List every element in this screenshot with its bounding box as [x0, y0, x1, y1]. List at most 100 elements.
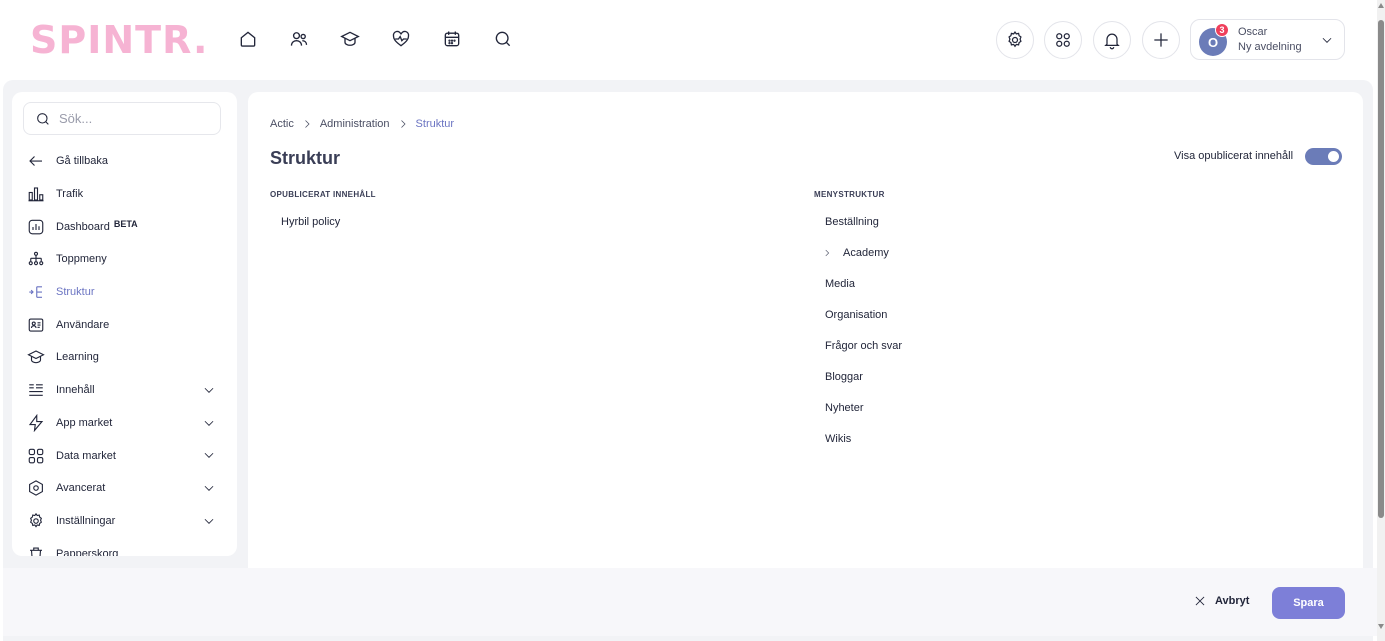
apps-button[interactable] — [1044, 21, 1082, 59]
sidebar-item-label: Data market — [56, 449, 116, 462]
graduation-cap-icon — [27, 348, 45, 366]
sidebar-item-avancerat[interactable]: Avancerat — [12, 472, 237, 505]
chevron-down-icon[interactable] — [202, 383, 216, 402]
admin-sidebar: Gå tillbaka Trafik DashboardBETA Toppmen… — [12, 92, 237, 556]
user-name: Oscar — [1238, 26, 1268, 38]
structure-icon — [27, 283, 45, 301]
content-list-icon — [27, 381, 45, 399]
sidebar-item-label: App market — [56, 416, 113, 429]
beta-badge: BETA — [113, 218, 138, 229]
tree-item-bestallning[interactable]: Beställning — [814, 207, 902, 238]
create-button[interactable] — [1142, 21, 1180, 59]
dashboard-icon — [27, 218, 45, 236]
sidebar-item-label: Inställningar — [56, 514, 116, 527]
notification-count-badge: 3 — [1215, 23, 1229, 37]
notifications-button[interactable] — [1093, 21, 1131, 59]
menu-structure-heading: MENYSTRUKTUR — [814, 190, 885, 199]
main-panel: Actic Administration Struktur Struktur V… — [248, 92, 1363, 568]
plus-icon — [1154, 33, 1168, 47]
scroll-down-arrow[interactable] — [1378, 624, 1384, 629]
tree-item-label: Wikis — [825, 432, 852, 445]
page-title: Struktur — [270, 148, 341, 168]
tree-item-label: Frågor och svar — [825, 340, 903, 352]
arrow-left-icon — [27, 152, 45, 170]
scroll-up-arrow[interactable] — [1378, 3, 1384, 8]
sidebar-item-anvandare[interactable]: Användare — [12, 308, 237, 341]
cancel-button[interactable]: Avbryt — [1193, 594, 1249, 608]
sidebar-item-trafik[interactable]: Trafik — [12, 178, 237, 211]
bar-chart-icon — [27, 185, 45, 203]
sidebar-item-label: Avancerat — [56, 482, 106, 495]
home-icon[interactable] — [238, 27, 258, 51]
sidebar-item-learning[interactable]: Learning — [12, 341, 237, 374]
breadcrumb-item-current: Struktur — [415, 118, 455, 130]
chevron-down-icon[interactable] — [202, 481, 216, 500]
sidebar-item-installningar[interactable]: Inställningar — [12, 505, 237, 538]
sidebar-item-toppmeny[interactable]: Toppmeny — [12, 243, 237, 276]
tree-item-organisation[interactable]: Organisation — [814, 300, 902, 331]
hierarchy-icon — [27, 250, 45, 268]
user-department: Ny avdelning — [1238, 41, 1302, 53]
search-icon — [37, 112, 49, 125]
sidebar-item-data-market[interactable]: Data market — [12, 439, 237, 472]
sidebar-item-back[interactable]: Gå tillbaka — [12, 145, 237, 178]
chevron-down-icon[interactable] — [202, 416, 216, 435]
settings-button[interactable] — [996, 21, 1034, 59]
grid-icon — [27, 447, 45, 465]
gear-icon — [27, 512, 45, 530]
page-scrollbar[interactable] — [1377, 0, 1385, 641]
lightning-icon — [27, 413, 45, 432]
people-icon[interactable] — [289, 27, 309, 51]
trash-icon — [27, 545, 45, 556]
chevron-right-icon[interactable] — [822, 248, 832, 261]
tree-item-media[interactable]: Media — [814, 269, 902, 300]
calendar-icon[interactable] — [442, 27, 462, 51]
sidebar-item-label: Struktur — [56, 286, 95, 299]
tree-item-nyheter[interactable]: Nyheter — [814, 392, 902, 423]
breadcrumb-item[interactable]: Administration — [320, 118, 390, 130]
chevron-down-icon[interactable] — [202, 448, 216, 467]
sidebar-item-innehall[interactable]: Innehåll — [12, 374, 237, 407]
tree-item-label: Academy — [843, 247, 889, 260]
user-menu[interactable]: O 3 Oscar Ny avdelning — [1190, 19, 1345, 60]
sidebar-item-label: Learning — [56, 351, 99, 364]
heart-pulse-icon[interactable] — [391, 27, 411, 51]
unpublished-heading: OPUBLICERAT INNEHÅLL — [270, 190, 376, 199]
tree-item-wikis[interactable]: Wikis — [814, 423, 902, 454]
show-unpublished-label: Visa opublicerat innehåll — [1174, 150, 1294, 162]
graduation-cap-icon[interactable] — [340, 27, 360, 51]
sidebar-menu: Gå tillbaka Trafik Dashboard BETA Toppmen… — [12, 145, 237, 556]
breadcrumb-item[interactable]: Actic — [270, 118, 294, 130]
search-icon[interactable] — [493, 27, 513, 51]
tree-item-fragor-och-svar[interactable]: Frågor och svar — [814, 331, 902, 362]
sidebar-item-label: Papperskorg — [56, 547, 119, 556]
spintr-logo[interactable]: SPINTR. — [30, 20, 208, 60]
top-bar: SPINTR. O 3 Oscar Ny avdelning — [0, 0, 1377, 80]
chevron-down-icon[interactable] — [202, 514, 216, 533]
sidebar-item-app-market[interactable]: App market — [12, 407, 237, 440]
tree-item-academy[interactable]: Academy — [814, 238, 902, 269]
sidebar-item-dashboard[interactable]: Dashboard BETA — [12, 210, 237, 243]
tree-item-label: Bloggar — [825, 370, 863, 383]
gear-icon — [1008, 31, 1022, 48]
tree-item-label: Media — [825, 278, 855, 291]
scroll-thumb[interactable] — [1378, 20, 1384, 518]
unpublished-item[interactable]: Hyrbil policy — [281, 216, 340, 228]
id-card-icon — [27, 316, 45, 334]
tree-item-bloggar[interactable]: Bloggar — [814, 361, 902, 392]
sidebar-item-papperskorg[interactable]: Papperskorg — [12, 537, 237, 556]
sidebar-item-struktur[interactable]: Struktur — [12, 276, 237, 309]
search-input[interactable] — [59, 111, 209, 126]
apps-grid-icon — [1056, 33, 1070, 47]
dashboard-label: Dashboard — [56, 220, 110, 233]
menu-structure-tree: Beställning Academy Media Organisation F… — [814, 207, 902, 454]
sidebar-item-label: Dashboard BETA — [56, 218, 138, 233]
chevron-right-icon — [390, 118, 416, 130]
show-unpublished-toggle[interactable] — [1305, 148, 1342, 165]
cancel-label: Avbryt — [1215, 595, 1250, 607]
sidebar-search[interactable] — [23, 102, 221, 135]
hexagon-icon — [27, 479, 45, 497]
tree-item-label: Organisation — [825, 309, 888, 322]
save-button[interactable]: Spara — [1272, 587, 1345, 619]
sidebar-item-label: Innehåll — [56, 384, 95, 397]
